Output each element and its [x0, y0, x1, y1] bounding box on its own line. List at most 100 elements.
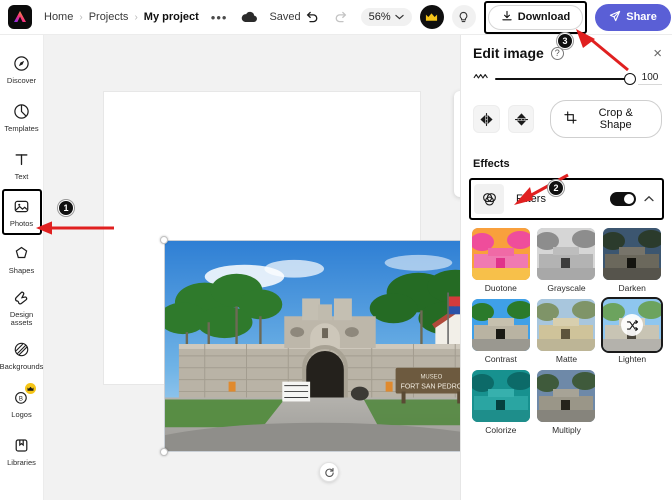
filter-thumbnail: [603, 228, 662, 280]
annotation-arrow-1: [36, 221, 114, 235]
sidebar-item-shapes[interactable]: Shapes: [0, 235, 44, 283]
sidebar-label: Design assets: [9, 310, 34, 327]
canvas-workspace[interactable]: MUSEO FORT SAN PEDRO: [44, 35, 460, 500]
filter-label: Contrast: [484, 354, 517, 364]
canvas-photo[interactable]: MUSEO FORT SAN PEDRO: [164, 240, 460, 452]
filter-item-lighten[interactable]: Lighten: [602, 299, 662, 364]
sidebar-item-design-assets[interactable]: Design assets: [0, 283, 44, 331]
sidebar-item-templates[interactable]: Templates: [0, 93, 44, 141]
filter-label: Multiply: [552, 425, 581, 435]
chevron-down-icon: [395, 11, 404, 23]
resize-handle-top-left[interactable]: [160, 236, 168, 244]
image-sign-text: FORT SAN PEDRO: [401, 384, 460, 391]
filter-thumbnail: [537, 228, 596, 280]
close-icon[interactable]: ×: [653, 46, 662, 61]
filter-item-colorize[interactable]: Colorize: [471, 370, 531, 435]
undo-icon[interactable]: [301, 6, 323, 28]
filter-thumbnail: [603, 299, 662, 351]
sidebar-label: Photos: [9, 218, 34, 228]
share-button-label: Share: [626, 11, 657, 23]
opacity-slider[interactable]: [495, 72, 636, 85]
annotation-marker-3: 3: [557, 33, 573, 49]
svg-text:MUSEO: MUSEO: [420, 375, 442, 381]
transform-tools-row: Crop & Shape: [461, 86, 672, 138]
premium-crown-icon[interactable]: [419, 5, 444, 29]
filter-label: Duotone: [484, 283, 517, 293]
sidebar-label: Discover: [6, 75, 37, 85]
opacity-icon: [473, 71, 488, 86]
filter-label: Grayscale: [547, 283, 586, 293]
filter-thumbnail: [471, 299, 530, 351]
text-icon: [12, 150, 32, 170]
rotate-icon[interactable]: [319, 462, 339, 482]
trash-icon[interactable]: [459, 167, 460, 191]
filter-thumbnail-grid: Duotone Grayscale Darken Contrast Matte …: [461, 220, 672, 435]
download-icon: [501, 10, 513, 25]
filter-label: Darken: [618, 283, 646, 293]
sidebar-item-backgrounds[interactable]: Backgrounds: [0, 331, 44, 379]
page-title: Edit image: [473, 45, 544, 61]
slider-thumb[interactable]: [624, 72, 636, 85]
duplicate-icon[interactable]: [459, 132, 460, 156]
annotation-marker-2: 2: [548, 180, 564, 196]
filter-item-matte[interactable]: Matte: [537, 299, 597, 364]
flip-vertical-icon[interactable]: [507, 105, 535, 133]
breadcrumb-separator: ›: [134, 11, 138, 23]
sidebar-label: Backgrounds: [0, 361, 44, 371]
shapes-icon: [12, 244, 32, 264]
sidebar-item-libraries[interactable]: Libraries: [0, 427, 44, 475]
filter-item-multiply[interactable]: Multiply: [537, 370, 597, 435]
flip-horizontal-icon[interactable]: [473, 105, 500, 133]
filter-thumbnail: [537, 370, 596, 422]
filter-thumbnail: [471, 370, 530, 422]
sidebar-label: Shapes: [8, 265, 35, 275]
resize-handle-bottom-left[interactable]: [160, 448, 168, 456]
breadcrumb-projects[interactable]: Projects: [89, 11, 129, 23]
filter-thumbnail: [471, 228, 530, 280]
redo-icon[interactable]: [331, 6, 353, 28]
edit-image-panel: Edit image ? × 100 Crop & Shape Effects …: [460, 35, 672, 500]
zoom-level-selector[interactable]: 56%: [360, 8, 412, 26]
chevron-up-icon[interactable]: [644, 194, 654, 205]
sidebar-item-text[interactable]: Text: [0, 141, 44, 189]
replace-image-icon[interactable]: [459, 97, 460, 121]
download-button[interactable]: Download: [487, 4, 584, 30]
sidebar-label: Templates: [4, 123, 39, 133]
filter-item-duotone[interactable]: Duotone: [471, 228, 531, 293]
shuffle-icon[interactable]: [621, 314, 644, 336]
left-sidebar: Discover Templates Text Photos Shapes De…: [0, 35, 44, 500]
app-logo-icon[interactable]: [8, 5, 32, 29]
backgrounds-icon: [12, 340, 32, 360]
filter-label: Lighten: [618, 354, 647, 364]
sidebar-item-discover[interactable]: Discover: [0, 45, 44, 93]
crop-and-shape-button[interactable]: Crop & Shape: [550, 100, 663, 138]
lightbulb-icon[interactable]: [451, 5, 476, 29]
svg-text:B: B: [19, 397, 23, 403]
annotation-marker-1: 1: [58, 200, 74, 216]
filter-item-darken[interactable]: Darken: [602, 228, 662, 293]
send-icon: [609, 10, 621, 25]
image-floating-toolbar: [454, 91, 460, 197]
effects-section-title: Effects: [473, 158, 510, 170]
download-button-label: Download: [517, 11, 571, 23]
cloud-icon: [241, 11, 258, 23]
filters-toggle[interactable]: [610, 192, 636, 206]
sidebar-label: Text: [14, 171, 29, 181]
share-button[interactable]: Share: [595, 3, 671, 31]
save-status: Saved: [269, 11, 301, 23]
annotation-arrow-3: [576, 29, 629, 72]
filter-item-grayscale[interactable]: Grayscale: [537, 228, 597, 293]
filter-thumbnail: [537, 299, 596, 351]
breadcrumb-home[interactable]: Home: [44, 11, 73, 23]
breadcrumb-current-project[interactable]: My project: [144, 11, 199, 23]
filter-item-contrast[interactable]: Contrast: [471, 299, 531, 364]
sidebar-item-logos[interactable]: B Logos: [0, 379, 44, 427]
libraries-icon: [12, 436, 32, 456]
selected-image-frame[interactable]: MUSEO FORT SAN PEDRO: [160, 236, 460, 482]
opacity-value[interactable]: 100: [638, 72, 662, 85]
opacity-slider-row: 100: [461, 69, 672, 86]
sidebar-label: Logos: [11, 409, 32, 419]
discover-icon: [12, 54, 32, 74]
more-options-icon[interactable]: •••: [211, 10, 228, 25]
photos-icon: [12, 197, 32, 217]
